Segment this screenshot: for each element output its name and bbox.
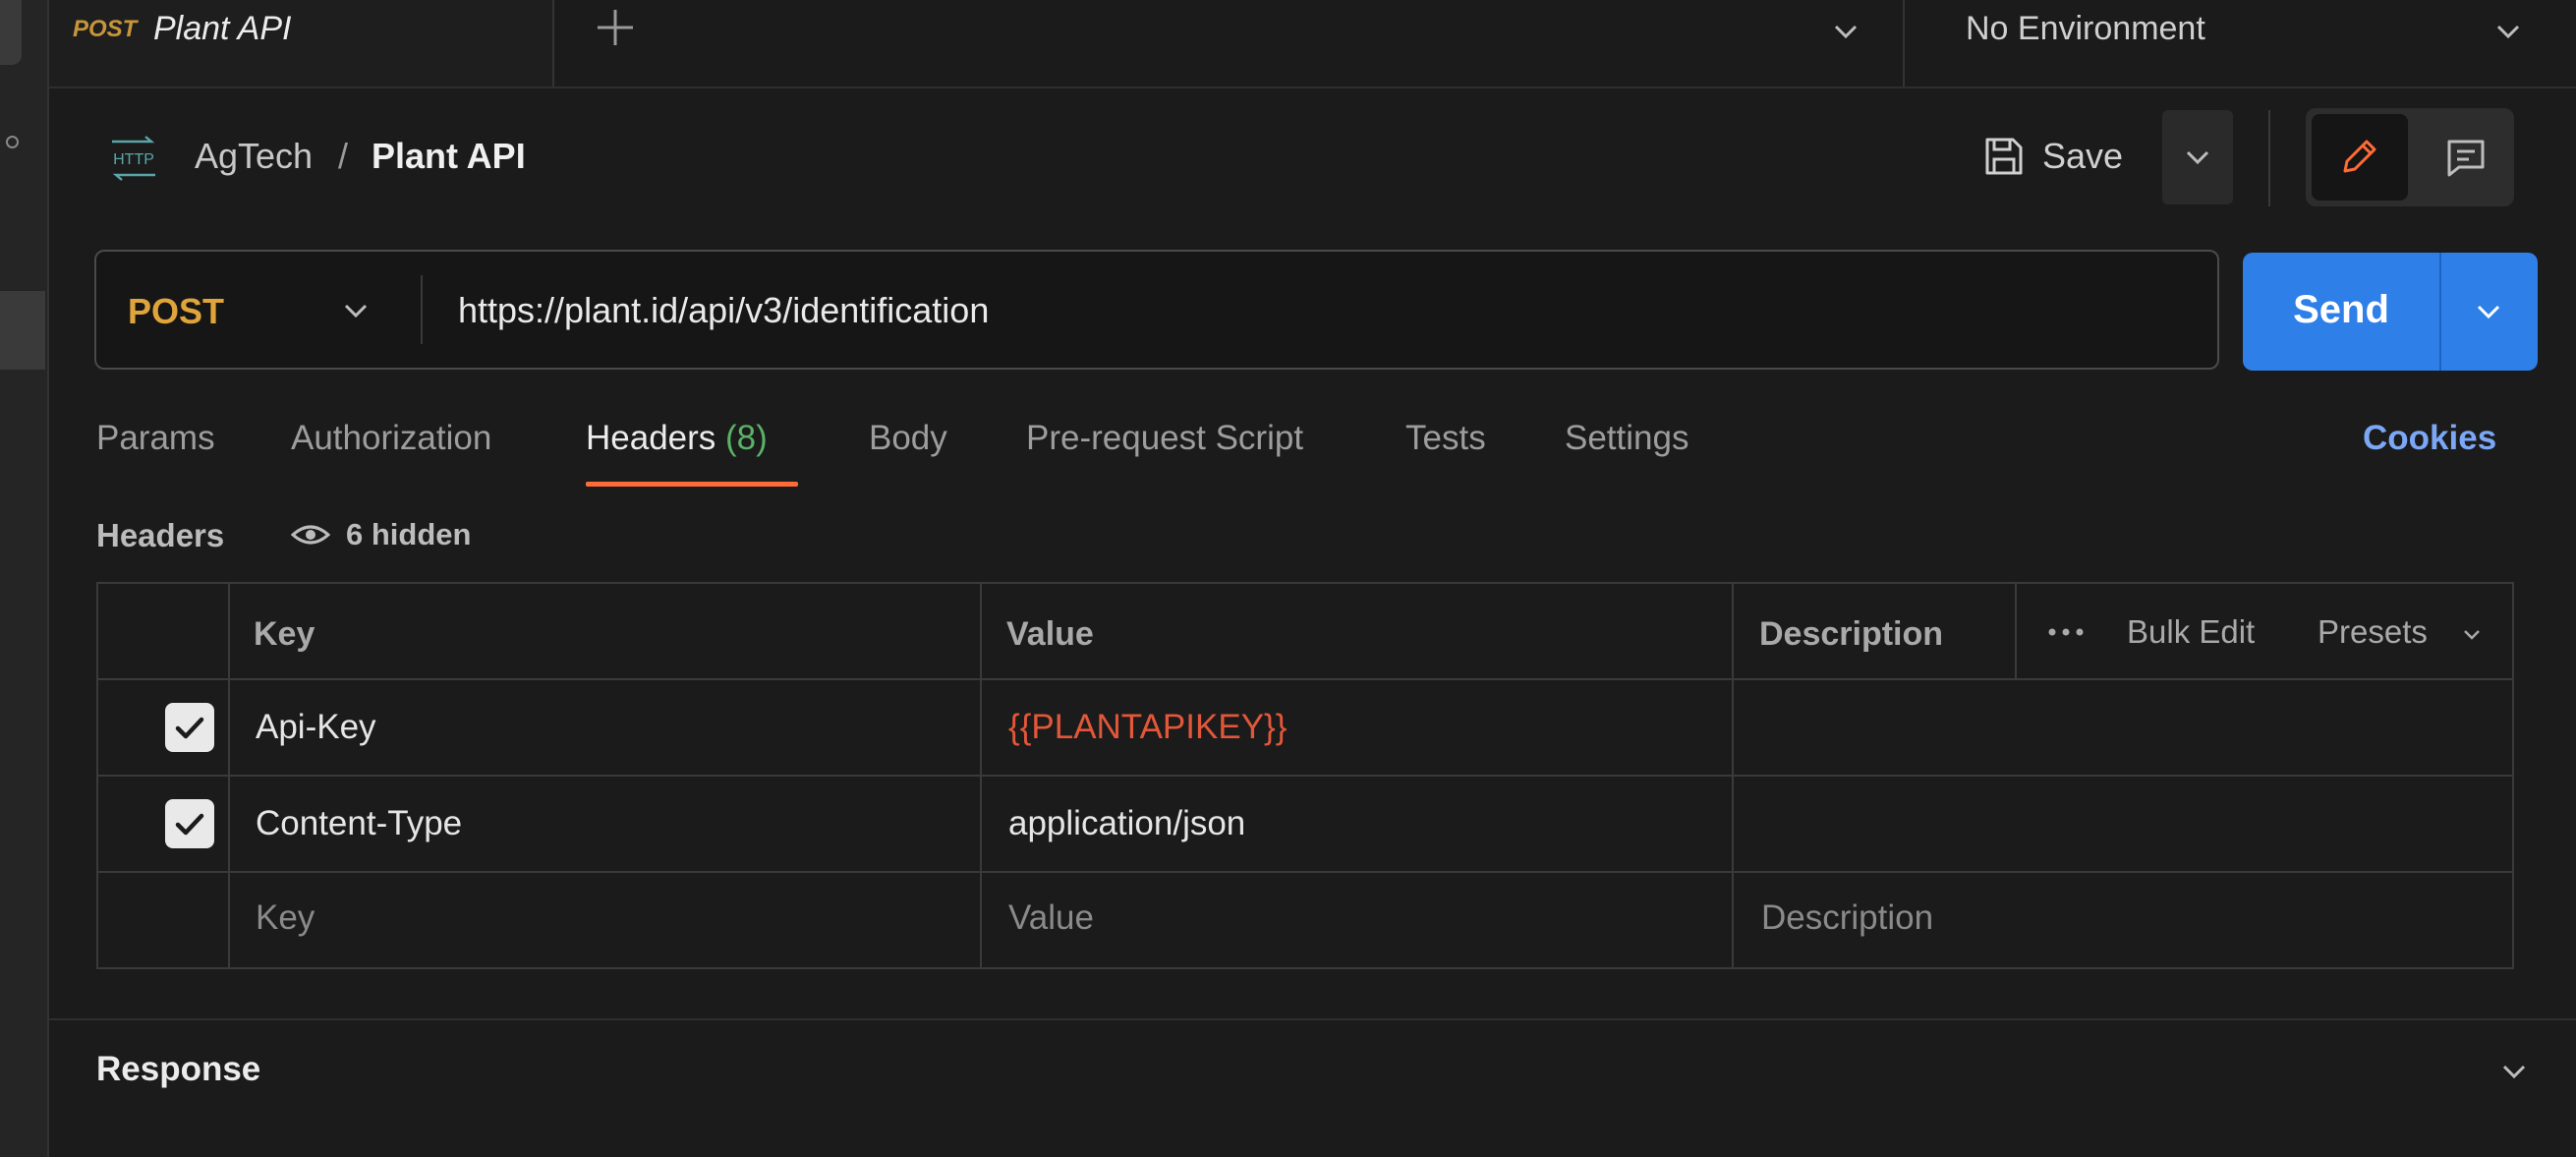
row-enabled-checkbox[interactable] [165, 799, 214, 848]
tab-authorization[interactable]: Authorization [291, 419, 491, 458]
environment-chevron-down-icon[interactable] [2487, 10, 2530, 53]
bulk-edit-button[interactable]: Bulk Edit [2127, 613, 2255, 651]
column-header-key: Key [254, 615, 315, 653]
breadcrumb-collection[interactable]: AgTech [195, 136, 313, 177]
divider [49, 1018, 2576, 1020]
breadcrumb-request[interactable]: Plant API [372, 136, 526, 177]
tab-title: Plant API [153, 10, 292, 47]
tab-settings[interactable]: Settings [1565, 419, 1689, 458]
view-mode-toggle [2306, 108, 2514, 206]
left-sidebar [0, 0, 49, 1157]
save-options-button[interactable] [2162, 110, 2233, 204]
divider [421, 275, 423, 344]
breadcrumb-separator: / [338, 136, 349, 176]
header-key-cell[interactable]: Api-Key [256, 708, 376, 747]
comment-icon[interactable] [2424, 114, 2508, 201]
table-divider [96, 775, 2514, 777]
header-value-cell[interactable]: {{PLANTAPIKEY}} [1008, 708, 1287, 747]
row-enabled-checkbox[interactable] [165, 703, 214, 752]
divider [2439, 253, 2441, 371]
check-icon [175, 813, 204, 836]
table-divider [2015, 582, 2017, 678]
save-icon [1981, 134, 2027, 179]
divider [2268, 110, 2270, 206]
presets-chevron-down-icon[interactable] [2457, 619, 2487, 649]
edit-icon[interactable] [2312, 114, 2408, 201]
table-divider [228, 582, 230, 969]
column-header-description: Description [1759, 615, 1944, 653]
tab-pre-request-script[interactable]: Pre-request Script [1026, 419, 1303, 458]
http-icon: HTTP [106, 134, 161, 183]
url-bar [94, 250, 2219, 370]
new-key-input[interactable]: Key [256, 898, 315, 938]
tab-body[interactable]: Body [869, 419, 947, 458]
method-selector[interactable]: POST [128, 291, 224, 332]
send-button[interactable]: Send [2243, 253, 2538, 371]
tab-tests[interactable]: Tests [1405, 419, 1486, 458]
url-input[interactable]: https://plant.id/api/v3/identification [458, 290, 989, 331]
table-divider [96, 871, 2514, 873]
divider [1903, 0, 1905, 87]
send-label: Send [2293, 288, 2389, 331]
hidden-headers-toggle[interactable]: 6 hidden [346, 517, 471, 552]
new-value-input[interactable]: Value [1008, 898, 1094, 938]
cookies-link[interactable]: Cookies [2363, 419, 2496, 458]
new-description-input[interactable]: Description [1761, 898, 1933, 938]
response-chevron-down-icon[interactable] [2492, 1050, 2536, 1093]
headers-section-title: Headers [96, 517, 225, 553]
send-chevron-down-icon[interactable] [2467, 290, 2510, 333]
headers-count-badge: (8) [725, 419, 768, 457]
header-key-cell[interactable]: Content-Type [256, 804, 462, 843]
save-button[interactable]: Save [1975, 116, 2152, 204]
sidebar-active-item[interactable] [0, 291, 45, 370]
tab-plant-api[interactable] [49, 0, 554, 87]
save-label: Save [2042, 136, 2124, 176]
table-divider [1732, 582, 1734, 969]
table-divider [980, 582, 982, 969]
tab-params[interactable]: Params [96, 419, 215, 458]
sidebar-tab[interactable] [0, 0, 22, 65]
svg-text:HTTP: HTTP [113, 151, 154, 168]
tab-headers-label: Headers [586, 419, 716, 457]
column-header-value: Value [1006, 615, 1094, 653]
check-icon [175, 717, 204, 739]
response-section-title[interactable]: Response [96, 1050, 260, 1089]
table-divider [96, 678, 2514, 680]
active-tab-indicator [586, 482, 798, 487]
sidebar-status-icon [6, 136, 19, 148]
tab-headers[interactable]: Headers (8) [586, 419, 768, 458]
presets-dropdown[interactable]: Presets [2318, 613, 2428, 651]
eye-icon[interactable] [291, 519, 330, 550]
new-tab-plus-icon[interactable] [588, 0, 643, 55]
tabs-chevron-down-icon[interactable] [1824, 10, 1867, 53]
header-value-cell[interactable]: application/json [1008, 804, 1245, 843]
more-icon[interactable] [2046, 627, 2086, 637]
method-chevron-down-icon[interactable] [334, 289, 377, 332]
tab-method-label: POST [73, 16, 138, 42]
environment-selector[interactable]: No Environment [1966, 10, 2205, 48]
